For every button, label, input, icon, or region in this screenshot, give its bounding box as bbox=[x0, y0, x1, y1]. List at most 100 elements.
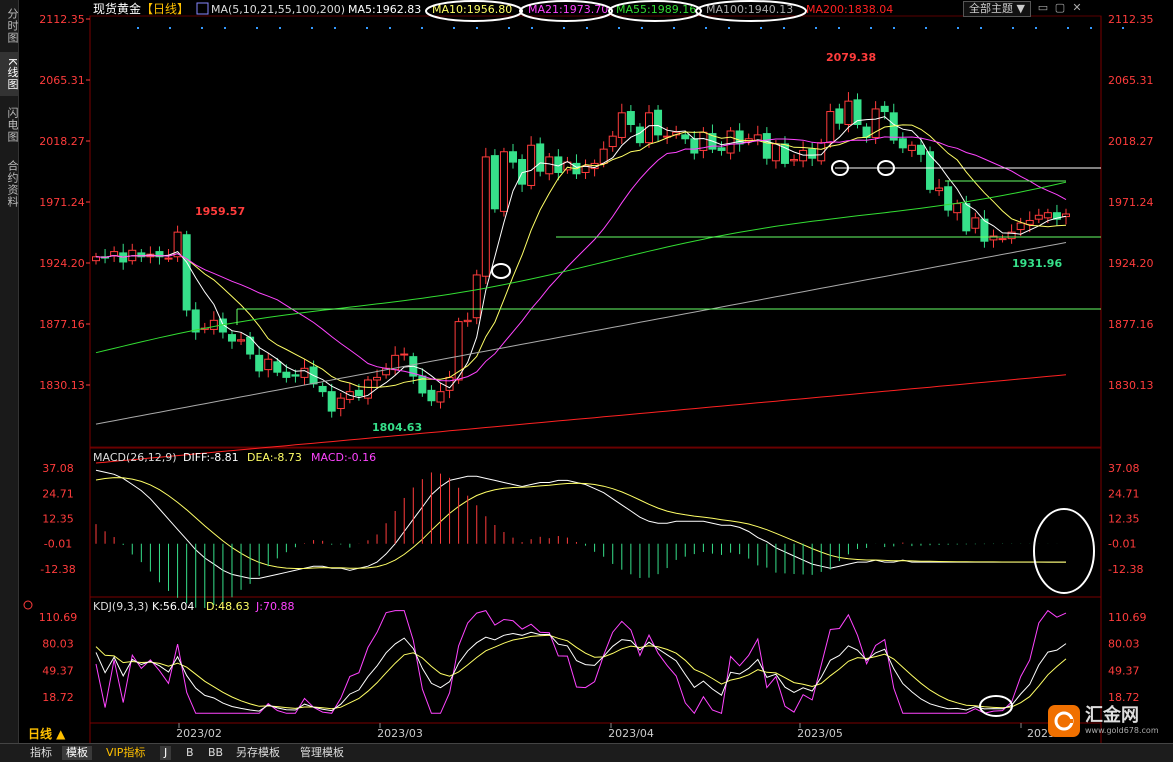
low-label: 1804.63 bbox=[372, 421, 422, 434]
manage-template-button[interactable]: 管理模板 bbox=[296, 746, 348, 760]
candle-down bbox=[354, 389, 363, 397]
event-dot bbox=[256, 27, 258, 29]
chart-canvas[interactable]: 2112.35 2112.35 2065.31 2065.31 2018.27 2018.… bbox=[0, 0, 1173, 761]
candle-down bbox=[944, 186, 953, 211]
kdj-label-right: 18.72 bbox=[1108, 691, 1140, 704]
tab-bb[interactable]: BB bbox=[204, 746, 227, 760]
event-dot bbox=[586, 27, 588, 29]
candle-up bbox=[1062, 213, 1070, 218]
candle-up bbox=[953, 203, 962, 214]
candle-up bbox=[790, 159, 799, 162]
tab-flash[interactable]: 闪电图 bbox=[0, 100, 19, 150]
candle-up bbox=[971, 217, 980, 229]
event-dot bbox=[531, 27, 533, 29]
candle-down bbox=[427, 389, 436, 402]
kdj-title: KDJ(9,3,3) bbox=[93, 600, 149, 613]
left-high-label: 1959.57 bbox=[195, 205, 245, 218]
event-dot bbox=[476, 27, 478, 29]
event-dot bbox=[366, 27, 368, 29]
tab-j[interactable]: J bbox=[160, 746, 172, 760]
candle-up bbox=[445, 376, 454, 391]
ma100-value: MA100:1940.13 bbox=[706, 3, 793, 16]
candle-down bbox=[282, 371, 291, 378]
event-dot bbox=[673, 27, 675, 29]
candle-up bbox=[799, 149, 808, 162]
candle-up bbox=[472, 274, 481, 319]
macd-label-right: 37.08 bbox=[1108, 462, 1140, 475]
tab-b[interactable]: B bbox=[182, 746, 198, 760]
candle-down bbox=[327, 391, 336, 412]
candle-down bbox=[626, 111, 635, 125]
event-dot bbox=[760, 27, 762, 29]
price-label-right: 2018.27 bbox=[1108, 135, 1154, 148]
event-dot bbox=[279, 27, 281, 29]
event-dot bbox=[1067, 27, 1069, 29]
kdj-j: J:70.88 bbox=[255, 600, 294, 613]
candle-down bbox=[635, 126, 644, 144]
logo-name: 汇金网 bbox=[1085, 705, 1139, 726]
event-dot bbox=[925, 27, 927, 29]
tab-vip-indicators[interactable]: VIP指标 bbox=[102, 746, 149, 760]
event-dot bbox=[421, 27, 423, 29]
save-template-button[interactable]: 另存模板 bbox=[232, 746, 284, 760]
high-label: 2079.38 bbox=[826, 51, 876, 64]
ma5-value: MA5:1962.83 bbox=[348, 3, 421, 16]
event-dot bbox=[169, 27, 171, 29]
candle-down bbox=[962, 203, 971, 232]
tab-indicators[interactable]: 指标 bbox=[26, 746, 56, 760]
event-dot bbox=[1035, 27, 1037, 29]
candle-up bbox=[300, 367, 309, 378]
tab-contract-info[interactable]: 合约资料 bbox=[0, 154, 19, 214]
highlight-circle bbox=[491, 263, 511, 279]
price-label-right: 1830.13 bbox=[1108, 379, 1154, 392]
candle-up bbox=[110, 251, 119, 256]
price-label-left: 1830.13 bbox=[39, 379, 85, 392]
macd-label-right: 24.71 bbox=[1108, 487, 1140, 500]
price-label-left: 2065.31 bbox=[39, 74, 85, 87]
candle-down bbox=[227, 334, 236, 342]
candle-down bbox=[835, 108, 844, 124]
event-dot bbox=[1012, 27, 1014, 29]
candle-down bbox=[291, 374, 300, 377]
theme-dropdown[interactable]: 全部主题 ▼ bbox=[963, 1, 1031, 17]
event-dot bbox=[224, 27, 226, 29]
restore-icon[interactable]: ▢ bbox=[1053, 1, 1067, 15]
event-dot bbox=[893, 27, 895, 29]
price-label-right: 2112.35 bbox=[1108, 13, 1154, 26]
price-label-right: 2065.31 bbox=[1108, 74, 1154, 87]
candle-down bbox=[536, 143, 545, 172]
window-controls[interactable]: ▭ ▢ ✕ bbox=[1036, 1, 1087, 15]
tab-kline[interactable]: K线图 bbox=[0, 52, 19, 96]
candle-up bbox=[481, 156, 490, 277]
kdj-d-line bbox=[95, 634, 1067, 710]
side-toolbar: 分时图 K线图 闪电图 合约资料 bbox=[0, 0, 19, 743]
event-dot bbox=[783, 27, 785, 29]
candle-down bbox=[255, 354, 264, 372]
candle-up bbox=[617, 112, 626, 138]
event-dot bbox=[453, 27, 455, 29]
x-label-apr: 2023/04 bbox=[608, 727, 654, 740]
event-dot bbox=[870, 27, 872, 29]
candle-up bbox=[237, 339, 246, 342]
tab-templates[interactable]: 模板 bbox=[62, 746, 92, 760]
tab-timeshare[interactable]: 分时图 bbox=[0, 4, 19, 48]
event-dot bbox=[705, 27, 707, 29]
period-tag: 【日线】 bbox=[141, 2, 189, 16]
ma200-value: MA200:1838.04 bbox=[806, 3, 893, 16]
candle-up bbox=[499, 151, 508, 212]
candle-up bbox=[164, 257, 173, 260]
ma10-line bbox=[95, 124, 1067, 388]
macd-title: MACD(26,12,9) bbox=[93, 451, 177, 464]
event-dot bbox=[1090, 27, 1092, 29]
candle-down bbox=[318, 385, 327, 393]
minimize-icon[interactable]: ▭ bbox=[1036, 1, 1050, 15]
kdj-label-right: 80.03 bbox=[1108, 638, 1140, 651]
macd-label-right: -0.01 bbox=[1108, 538, 1136, 551]
period-selector[interactable]: 日线 ▲ bbox=[28, 725, 65, 742]
x-label-mar: 2023/03 bbox=[377, 727, 423, 740]
kdj-label-right: 49.37 bbox=[1108, 664, 1140, 677]
candle-up bbox=[400, 353, 409, 356]
close-icon[interactable]: ✕ bbox=[1070, 1, 1084, 15]
candle-up bbox=[935, 187, 944, 192]
price-label-right: 1877.16 bbox=[1108, 318, 1154, 331]
